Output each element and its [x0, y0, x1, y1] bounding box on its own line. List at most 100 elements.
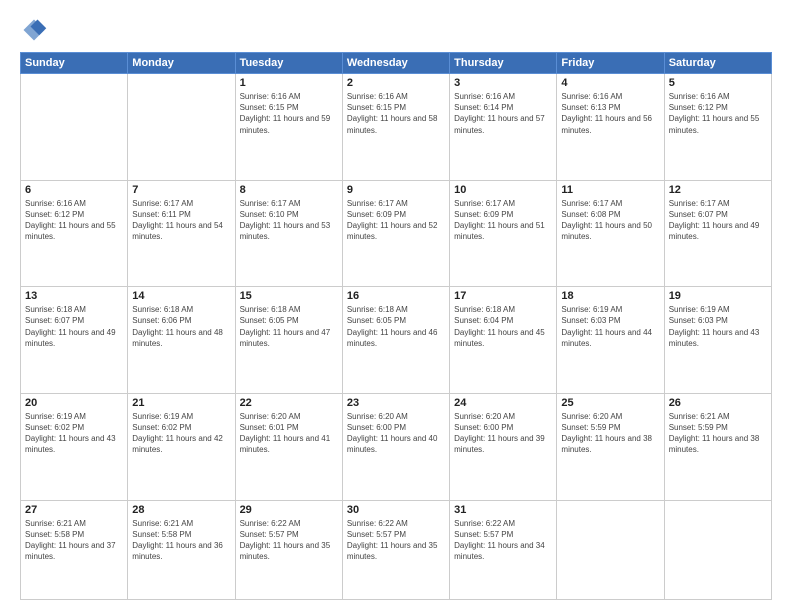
day-cell: 9Sunrise: 6:17 AM Sunset: 6:09 PM Daylig… — [342, 180, 449, 287]
day-info: Sunrise: 6:18 AM Sunset: 6:06 PM Dayligh… — [132, 304, 230, 349]
day-info: Sunrise: 6:22 AM Sunset: 5:57 PM Dayligh… — [347, 518, 445, 563]
day-cell: 29 Sunrise: 6:22 AM Sunset: 5:57 PM Dayli… — [235, 500, 342, 599]
day-info: Sunrise: 6:16 AM Sunset: 6:15 PM Dayligh… — [347, 91, 445, 136]
day-info: Sunrise: 6:16 AM Sunset: 6:12 PM Dayligh… — [669, 91, 767, 136]
day-number: 14 — [132, 290, 230, 302]
day-cell: 3Sunrise: 6:16 AM Sunset: 6:14 PM Daylig… — [450, 74, 557, 181]
day-number: 26 — [669, 397, 767, 409]
day-number: 20 — [25, 397, 123, 409]
day-number: 22 — [240, 397, 338, 409]
day-info: Sunrise: 6:17 AM Sunset: 6:09 PM Dayligh… — [454, 198, 552, 243]
day-info: Sunrise: 6:21 AM Sunset: 5:58 PM Dayligh… — [132, 518, 230, 563]
day-cell: 7 Sunrise: 6:17 AM Sunset: 6:11 PM Daylig… — [128, 180, 235, 287]
day-number: 31 — [454, 504, 552, 516]
day-cell: 11 Sunrise: 6:17 AM Sunset: 6:08 PM Dayli… — [557, 180, 664, 287]
weekday-header: Wednesday — [342, 53, 449, 74]
day-cell: 22 Sunrise: 6:20 AM Sunset: 6:01 PM Dayli… — [235, 393, 342, 500]
day-number: 2 — [347, 77, 445, 89]
week-row: 20Sunrise: 6:19 AM Sunset: 6:02 PM Dayli… — [21, 393, 772, 500]
day-info: Sunrise: 6:18 AM Sunset: 6:05 PM Dayligh… — [240, 304, 338, 349]
week-row: 6 Sunrise: 6:16 AM Sunset: 6:12 PM Daylig… — [21, 180, 772, 287]
day-info: Sunrise: 6:16 AM Sunset: 6:12 PM Dayligh… — [25, 198, 123, 243]
day-cell: 6 Sunrise: 6:16 AM Sunset: 6:12 PM Daylig… — [21, 180, 128, 287]
day-number: 28 — [132, 504, 230, 516]
logo — [20, 16, 52, 44]
day-number: 8 — [240, 184, 338, 196]
day-cell: 26 Sunrise: 6:21 AM Sunset: 5:59 PM Dayli… — [664, 393, 771, 500]
day-cell: 8 Sunrise: 6:17 AM Sunset: 6:10 PM Daylig… — [235, 180, 342, 287]
day-info: Sunrise: 6:20 AM Sunset: 6:00 PM Dayligh… — [347, 411, 445, 456]
day-info: Sunrise: 6:22 AM Sunset: 5:57 PM Dayligh… — [240, 518, 338, 563]
weekday-header: Saturday — [664, 53, 771, 74]
weekday-header: Monday — [128, 53, 235, 74]
day-number: 24 — [454, 397, 552, 409]
day-info: Sunrise: 6:19 AM Sunset: 6:03 PM Dayligh… — [561, 304, 659, 349]
day-info: Sunrise: 6:18 AM Sunset: 6:05 PM Dayligh… — [347, 304, 445, 349]
day-number: 15 — [240, 290, 338, 302]
day-info: Sunrise: 6:17 AM Sunset: 6:08 PM Dayligh… — [561, 198, 659, 243]
day-cell: 16 Sunrise: 6:18 AM Sunset: 6:05 PM Dayli… — [342, 287, 449, 394]
day-cell: 17 Sunrise: 6:18 AM Sunset: 6:04 PM Dayli… — [450, 287, 557, 394]
day-cell: 15 Sunrise: 6:18 AM Sunset: 6:05 PM Dayli… — [235, 287, 342, 394]
day-cell — [557, 500, 664, 599]
day-number: 7 — [132, 184, 230, 196]
day-number: 9 — [347, 184, 445, 196]
day-cell: 30 Sunrise: 6:22 AM Sunset: 5:57 PM Dayli… — [342, 500, 449, 599]
header — [20, 16, 772, 44]
day-info: Sunrise: 6:18 AM Sunset: 6:07 PM Dayligh… — [25, 304, 123, 349]
calendar: SundayMondayTuesdayWednesdayThursdayFrid… — [20, 52, 772, 600]
day-cell — [664, 500, 771, 599]
day-info: Sunrise: 6:20 AM Sunset: 6:01 PM Dayligh… — [240, 411, 338, 456]
day-info: Sunrise: 6:21 AM Sunset: 5:59 PM Dayligh… — [669, 411, 767, 456]
week-row: 1 Sunrise: 6:16 AM Sunset: 6:15 PM Daylig… — [21, 74, 772, 181]
day-number: 30 — [347, 504, 445, 516]
day-info: Sunrise: 6:21 AM Sunset: 5:58 PM Dayligh… — [25, 518, 123, 563]
day-number: 3 — [454, 77, 552, 89]
day-cell: 20Sunrise: 6:19 AM Sunset: 6:02 PM Dayli… — [21, 393, 128, 500]
day-cell: 13 Sunrise: 6:18 AM Sunset: 6:07 PM Dayli… — [21, 287, 128, 394]
day-number: 25 — [561, 397, 659, 409]
day-cell: 10Sunrise: 6:17 AM Sunset: 6:09 PM Dayli… — [450, 180, 557, 287]
weekday-header: Thursday — [450, 53, 557, 74]
day-cell: 1Sunrise: 6:16 AM Sunset: 6:15 PM Daylig… — [235, 74, 342, 181]
week-row: 13 Sunrise: 6:18 AM Sunset: 6:07 PM Dayli… — [21, 287, 772, 394]
day-info: Sunrise: 6:19 AM Sunset: 6:03 PM Dayligh… — [669, 304, 767, 349]
day-cell: 4 Sunrise: 6:16 AM Sunset: 6:13 PM Daylig… — [557, 74, 664, 181]
weekday-header: Sunday — [21, 53, 128, 74]
day-number: 18 — [561, 290, 659, 302]
day-number: 21 — [132, 397, 230, 409]
day-info: Sunrise: 6:17 AM Sunset: 6:07 PM Dayligh… — [669, 198, 767, 243]
day-cell: 18 Sunrise: 6:19 AM Sunset: 6:03 PM Dayli… — [557, 287, 664, 394]
day-info: Sunrise: 6:17 AM Sunset: 6:10 PM Dayligh… — [240, 198, 338, 243]
day-number: 13 — [25, 290, 123, 302]
day-cell: 28 Sunrise: 6:21 AM Sunset: 5:58 PM Dayli… — [128, 500, 235, 599]
day-cell — [21, 74, 128, 181]
day-number: 17 — [454, 290, 552, 302]
page: SundayMondayTuesdayWednesdayThursdayFrid… — [0, 0, 792, 612]
weekday-header: Tuesday — [235, 53, 342, 74]
day-info: Sunrise: 6:20 AM Sunset: 5:59 PM Dayligh… — [561, 411, 659, 456]
day-number: 11 — [561, 184, 659, 196]
day-cell: 2 Sunrise: 6:16 AM Sunset: 6:15 PM Daylig… — [342, 74, 449, 181]
day-info: Sunrise: 6:16 AM Sunset: 6:13 PM Dayligh… — [561, 91, 659, 136]
week-row: 27Sunrise: 6:21 AM Sunset: 5:58 PM Dayli… — [21, 500, 772, 599]
day-number: 6 — [25, 184, 123, 196]
logo-icon — [20, 16, 48, 44]
day-number: 16 — [347, 290, 445, 302]
day-number: 4 — [561, 77, 659, 89]
day-cell: 27Sunrise: 6:21 AM Sunset: 5:58 PM Dayli… — [21, 500, 128, 599]
day-cell: 5 Sunrise: 6:16 AM Sunset: 6:12 PM Daylig… — [664, 74, 771, 181]
weekday-header: Friday — [557, 53, 664, 74]
day-info: Sunrise: 6:20 AM Sunset: 6:00 PM Dayligh… — [454, 411, 552, 456]
day-info: Sunrise: 6:17 AM Sunset: 6:11 PM Dayligh… — [132, 198, 230, 243]
day-number: 1 — [240, 77, 338, 89]
day-info: Sunrise: 6:22 AM Sunset: 5:57 PM Dayligh… — [454, 518, 552, 563]
day-number: 29 — [240, 504, 338, 516]
day-number: 5 — [669, 77, 767, 89]
day-cell: 23Sunrise: 6:20 AM Sunset: 6:00 PM Dayli… — [342, 393, 449, 500]
day-info: Sunrise: 6:18 AM Sunset: 6:04 PM Dayligh… — [454, 304, 552, 349]
day-cell: 19Sunrise: 6:19 AM Sunset: 6:03 PM Dayli… — [664, 287, 771, 394]
day-cell: 31 Sunrise: 6:22 AM Sunset: 5:57 PM Dayli… — [450, 500, 557, 599]
day-cell: 21Sunrise: 6:19 AM Sunset: 6:02 PM Dayli… — [128, 393, 235, 500]
day-cell — [128, 74, 235, 181]
